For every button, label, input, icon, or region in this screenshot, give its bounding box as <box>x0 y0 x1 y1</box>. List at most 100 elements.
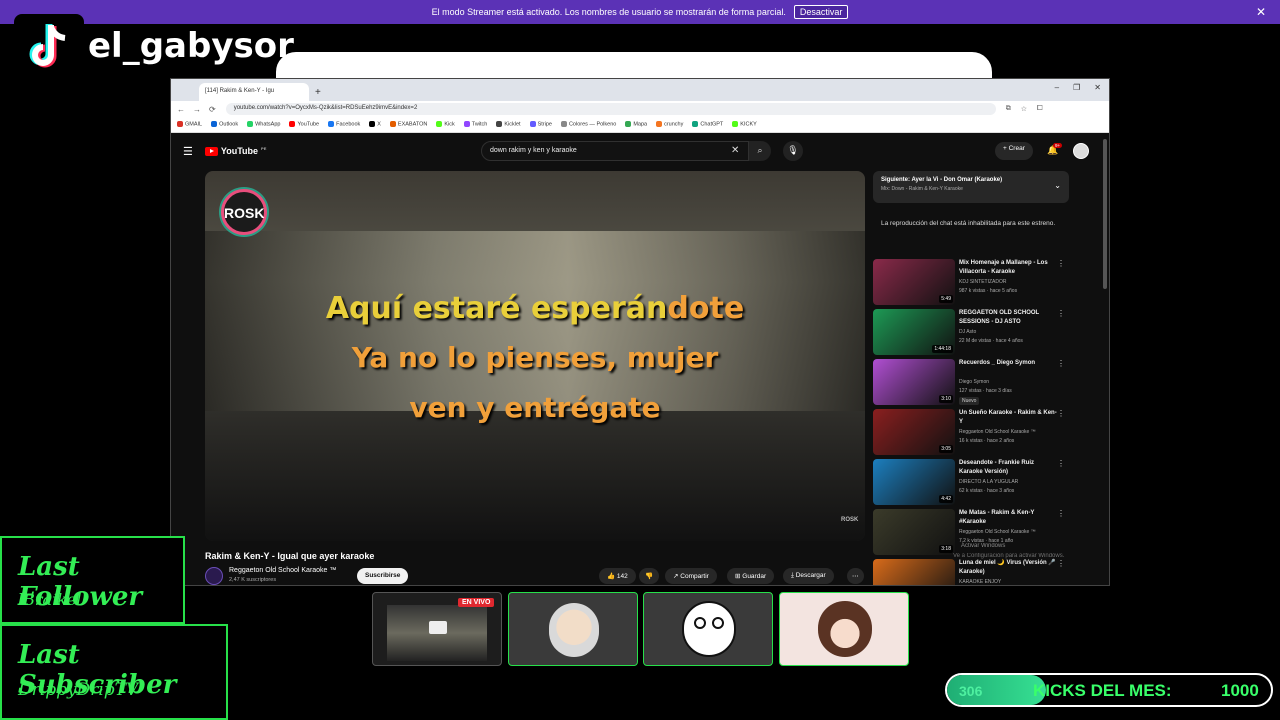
extensions-icon[interactable]: ⧠ <box>1037 105 1043 113</box>
star-icon[interactable]: ☆ <box>1021 105 1027 113</box>
close-window-icon[interactable]: ✕ <box>1094 83 1101 92</box>
recommended-video-channel[interactable]: KDJ SINTETIZADOR <box>959 279 1007 285</box>
bookmark-item[interactable]: Kicklet <box>496 121 521 128</box>
bookmark-item[interactable]: YouTube <box>289 121 320 128</box>
deactivate-button[interactable]: Desactivar <box>793 5 849 19</box>
recommended-video-channel[interactable]: DJ Asto <box>959 329 976 335</box>
channel-avatar[interactable] <box>205 567 223 585</box>
bookmark-icon <box>328 121 335 128</box>
bookmark-item[interactable]: X <box>369 121 381 128</box>
bookmark-item[interactable]: Mapa <box>625 121 647 128</box>
recommended-video-title[interactable]: REGGAETON OLD SCHOOL SESSIONS - DJ ASTO <box>959 309 1059 327</box>
bookmark-label: ChatGPT <box>700 121 724 128</box>
forward-icon[interactable]: → <box>193 105 201 114</box>
channel-name[interactable]: Reggaeton Old School Karaoke ™ <box>229 567 336 574</box>
video-thumbnail[interactable]: 5:49 <box>873 259 955 305</box>
bookmark-item[interactable]: Stripe <box>529 121 552 128</box>
video-thumbnail[interactable] <box>873 559 955 585</box>
more-options-icon[interactable]: ⋮ <box>1057 409 1065 418</box>
video-thumbnail[interactable]: 4:42 <box>873 459 955 505</box>
bookmark-item[interactable]: Facebook <box>328 121 360 128</box>
share-button[interactable]: ↗ Compartir <box>665 568 717 584</box>
recommended-video-channel[interactable]: Reggaeton Old School Karaoke ™ <box>959 429 1036 435</box>
bookmark-label: YouTube <box>297 121 320 128</box>
reload-icon[interactable]: ⟳ <box>209 105 216 114</box>
more-options-icon[interactable]: ⋮ <box>1057 259 1065 268</box>
download-button[interactable]: ⤓ Descargar <box>783 568 834 584</box>
bookmark-item[interactable]: Outlook <box>211 121 238 128</box>
bookmark-item[interactable]: Twitch <box>463 121 487 128</box>
clear-search-icon[interactable]: ✕ <box>731 145 739 156</box>
recommended-video[interactable]: 1:44:18 REGGAETON OLD SCHOOL SESSIONS - D… <box>873 309 1069 355</box>
kicks-goal-bar: 306 KICKS DEL MES: 1000 <box>945 673 1273 707</box>
microphone-icon[interactable]: 🎙 <box>783 141 803 161</box>
bookmark-item[interactable]: GMAIL <box>177 121 202 128</box>
create-button[interactable]: + Crear <box>995 142 1033 160</box>
dislike-button[interactable]: 👎 <box>639 568 660 584</box>
browser-tab[interactable]: [114] Rakim & Ken-Y - Igu <box>199 83 309 101</box>
bookmark-item[interactable]: crunchy <box>656 121 683 128</box>
recommended-video-channel[interactable]: KARAOKE ENJOY <box>959 579 1001 585</box>
recommended-video-channel[interactable]: Diego Symon <box>959 379 989 385</box>
account-avatar[interactable] <box>1073 143 1089 159</box>
search-icon[interactable]: ⌕ <box>749 141 771 161</box>
video-thumbnail[interactable]: 1:44:18 <box>873 309 955 355</box>
bookmark-label: Kicklet <box>504 121 521 128</box>
recommended-video-title[interactable]: Luna de miel 🌙 Virus (Versión 🎤 Karaoke) <box>959 559 1059 577</box>
recommended-video-title[interactable]: Mix Homenaje a Mallanep - Los Villacorta… <box>959 259 1059 277</box>
save-button[interactable]: ⊞ Guardar <box>727 568 775 584</box>
participant-cam-3[interactable] <box>779 592 909 666</box>
more-options-icon[interactable]: ⋮ <box>1057 309 1065 318</box>
recommended-video-channel[interactable]: Reggaeton Old School Karaoke ™ <box>959 529 1036 535</box>
more-actions-icon[interactable]: ⋯ <box>847 568 864 584</box>
minimize-icon[interactable]: – <box>1055 83 1059 92</box>
menu-icon[interactable]: ☰ <box>183 145 193 158</box>
video-duration: 3:18 <box>939 545 953 553</box>
recommended-video-title[interactable]: Me Matas - Rakim & Ken-Y #Karaoke <box>959 509 1059 527</box>
more-options-icon[interactable]: ⋮ <box>1057 359 1065 368</box>
close-icon[interactable]: ✕ <box>1256 5 1266 19</box>
restore-icon[interactable]: ❐ <box>1073 83 1080 92</box>
video-duration: 4:42 <box>939 495 953 503</box>
more-options-icon[interactable]: ⋮ <box>1057 459 1065 468</box>
recommended-video[interactable]: 3:10 Recuerdos _ Diego Symon Diego Symon 12… <box>873 359 1069 405</box>
participant-cam-1[interactable] <box>508 592 638 666</box>
bookmark-item[interactable]: ChatGPT <box>692 121 724 128</box>
video-thumbnail[interactable]: 3:18 <box>873 509 955 555</box>
new-tab-icon[interactable]: + <box>315 87 321 98</box>
recommended-video[interactable]: 3:05 Un Sueño Karaoke - Rakim & Ken-Y Regg… <box>873 409 1069 455</box>
bookmark-item[interactable]: KICKY <box>732 121 757 128</box>
search-input[interactable]: down rakim y ken y karaoke <box>481 141 749 161</box>
video-thumbnail[interactable]: 3:10 <box>873 359 955 405</box>
bookmark-item[interactable]: Colores — Polkeno <box>560 121 616 128</box>
kicks-goal-value: 1000 <box>1221 681 1259 700</box>
back-icon[interactable]: ← <box>177 105 185 114</box>
youtube-logo[interactable]: YouTube PE <box>204 146 266 156</box>
bookmark-icon <box>529 121 536 128</box>
participant-cam-2[interactable] <box>643 592 773 666</box>
video-player[interactable]: ROSK Aquí estaré esperándote Ya no lo pi… <box>205 171 865 541</box>
bookmark-item[interactable]: WhatsApp <box>247 121 280 128</box>
like-button[interactable]: 👍 142 <box>599 568 636 584</box>
recommended-video[interactable]: 5:49 Mix Homenaje a Mallanep - Los Villac… <box>873 259 1069 305</box>
bookmark-item[interactable]: EXABATON <box>389 121 427 128</box>
recommended-video-title[interactable]: Un Sueño Karaoke - Rakim & Ken-Y <box>959 409 1059 427</box>
recommended-video-channel[interactable]: DIRECTO A LA YUGULAR <box>959 479 1018 485</box>
up-next-panel[interactable]: Siguiente: Ayer la Vi - Don Omar (Karaok… <box>873 171 1069 203</box>
more-options-icon[interactable]: ⋮ <box>1057 559 1065 568</box>
cast-icon[interactable]: ⧉ <box>1006 105 1011 113</box>
scrollbar[interactable] <box>1103 139 1107 289</box>
video-thumbnail[interactable]: 3:05 <box>873 409 955 455</box>
last-subscriber-box: Last Subscriber DrippyDripTV <box>0 624 228 720</box>
more-options-icon[interactable]: ⋮ <box>1057 509 1065 518</box>
chevron-down-icon[interactable]: ⌄ <box>1054 181 1061 190</box>
recommended-video-title[interactable]: Recuerdos _ Diego Symon <box>959 359 1059 368</box>
bookmark-item[interactable]: Kick <box>436 121 455 128</box>
url-field[interactable]: youtube.com/watch?v=OycxMs-Qzik&list=RDS… <box>225 103 996 115</box>
avatar <box>549 603 599 657</box>
subscribe-button[interactable]: Suscribirse <box>357 568 409 584</box>
recommended-video[interactable]: Luna de miel 🌙 Virus (Versión 🎤 Karaoke)… <box>873 559 1069 585</box>
recommended-video-title[interactable]: Deseandote - Frankie Ruiz Karaoke Versió… <box>959 459 1059 477</box>
thumbs-down-icon: 👎 <box>645 573 654 580</box>
recommended-video[interactable]: 4:42 Deseandote - Frankie Ruiz Karaoke Ve… <box>873 459 1069 505</box>
